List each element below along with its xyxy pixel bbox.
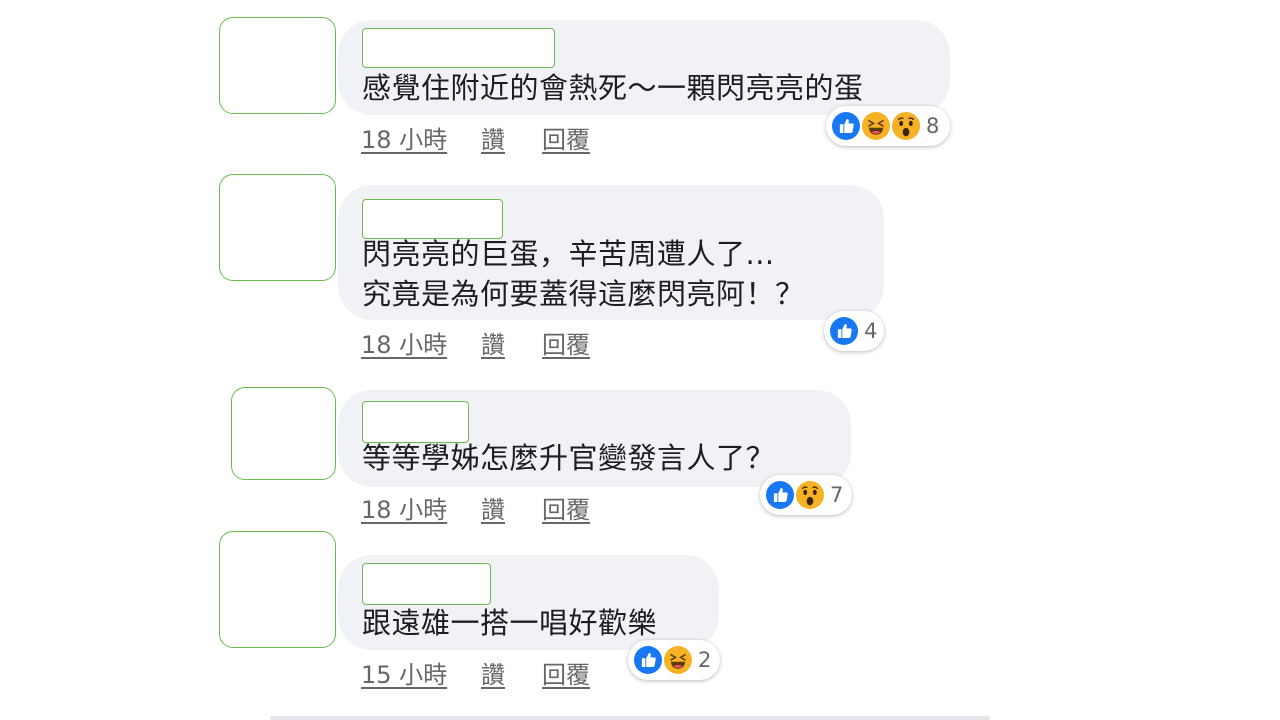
reaction-summary[interactable]: 4 (824, 311, 884, 351)
reaction-summary[interactable]: 2 (628, 640, 720, 680)
redacted-author-name[interactable] (362, 563, 491, 605)
avatar[interactable] (231, 387, 336, 480)
avatar[interactable] (219, 174, 336, 281)
like-icon (828, 315, 860, 347)
reply-button[interactable]: 回覆 (542, 120, 590, 155)
like-button[interactable]: 讚 (481, 120, 505, 155)
haha-icon (662, 644, 694, 676)
avatar[interactable] (219, 531, 336, 648)
next-comment-edge (270, 716, 990, 720)
comment-text: 跟遠雄一搭一唱好歡樂 (362, 606, 658, 640)
reaction-count: 4 (864, 319, 878, 343)
comment-timestamp[interactable]: 18 小時 (361, 490, 447, 525)
like-icon (830, 110, 862, 142)
like-button[interactable]: 讚 (481, 655, 505, 690)
haha-icon (860, 110, 892, 142)
like-button[interactable]: 讚 (481, 325, 505, 360)
reply-button[interactable]: 回覆 (542, 655, 590, 690)
wow-icon (794, 479, 826, 511)
redacted-author-name[interactable] (362, 401, 469, 443)
like-button[interactable]: 讚 (481, 490, 505, 525)
comment-text: 等等學姊怎麼升官變發言人了？ (362, 441, 776, 475)
redacted-author-name[interactable] (362, 199, 503, 239)
comment-timestamp[interactable]: 18 小時 (361, 120, 447, 155)
reply-button[interactable]: 回覆 (542, 490, 590, 525)
comment-timestamp[interactable]: 15 小時 (361, 655, 447, 690)
redacted-author-name[interactable] (362, 28, 555, 68)
reply-button[interactable]: 回覆 (542, 325, 590, 360)
reaction-count: 8 (926, 114, 940, 138)
reaction-count: 7 (830, 483, 844, 507)
avatar[interactable] (219, 17, 336, 114)
wow-icon (890, 110, 922, 142)
comment-timestamp[interactable]: 18 小時 (361, 325, 447, 360)
reaction-summary[interactable]: 7 (760, 475, 852, 515)
reaction-count: 2 (698, 648, 712, 672)
comment-text: 感覺住附近的會熱死～一顆閃亮亮的蛋 (362, 71, 864, 105)
like-icon (632, 644, 664, 676)
comment-text: 閃亮亮的巨蛋，辛苦周遭人了... 究竟是為何要蓋得這麼閃亮阿！？ (362, 237, 805, 311)
reaction-summary[interactable]: 8 (826, 106, 950, 146)
like-icon (764, 479, 796, 511)
